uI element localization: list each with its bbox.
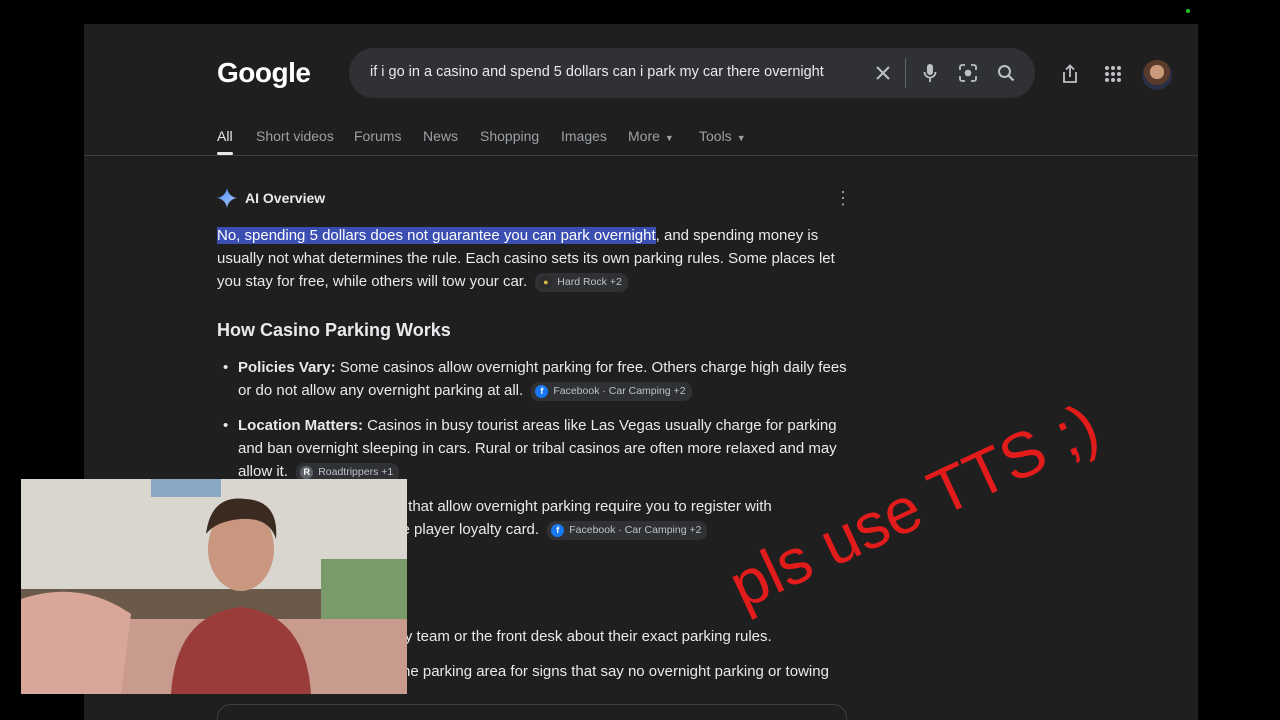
follow-up-box[interactable]	[217, 704, 847, 720]
bullet-text-partial-2: free player loyalty card.	[384, 521, 540, 538]
partial-line: he parking area for signs that say no ov…	[402, 663, 829, 680]
highlighted-answer: No, spending 5 dollars does not guarante…	[217, 227, 656, 244]
lens-icon[interactable]	[957, 62, 979, 84]
chevron-down-icon: ▼	[736, 133, 746, 143]
share-icon[interactable]	[1058, 62, 1082, 86]
chip-label: Hard Rock +2	[557, 276, 622, 288]
microphone-icon[interactable]	[919, 62, 941, 84]
search-icon[interactable]	[995, 62, 1017, 84]
facebook-icon: f	[535, 385, 549, 398]
tab-tools-label: Tools	[699, 128, 732, 144]
account-avatar[interactable]	[1142, 60, 1172, 90]
hardrock-favicon-icon: ●	[539, 276, 553, 289]
tab-news[interactable]: News	[423, 128, 458, 144]
apps-grid-icon[interactable]	[1101, 62, 1125, 86]
tab-tools[interactable]: Tools ▼	[699, 128, 746, 144]
search-input[interactable]: if i go in a casino and spend 5 dollars …	[370, 64, 824, 80]
source-chip-facebook[interactable]: f Facebook · Car Camping +2	[547, 521, 708, 540]
list-item: Policies Vary: Some casinos allow overni…	[223, 356, 856, 402]
tab-more[interactable]: More ▼	[628, 128, 674, 144]
chevron-down-icon: ▼	[664, 133, 674, 143]
tab-all[interactable]: All	[217, 128, 233, 144]
tab-images[interactable]: Images	[561, 128, 607, 144]
bullet-heading: Location Matters:	[238, 417, 364, 434]
source-chip-hardrock[interactable]: ● Hard Rock +2	[535, 273, 628, 292]
webcam-overlay	[21, 479, 407, 694]
tabs-divider	[84, 155, 1198, 156]
tab-more-label: More	[628, 128, 660, 144]
chip-label: Facebook · Car Camping +2	[569, 524, 702, 536]
ai-overview-summary: No, spending 5 dollars does not guarante…	[217, 224, 847, 293]
search-box[interactable]: if i go in a casino and spend 5 dollars …	[349, 48, 1035, 98]
roadtrippers-icon: R	[300, 466, 314, 479]
bullet-heading: Policies Vary:	[238, 359, 336, 376]
section-heading: How Casino Parking Works	[217, 320, 451, 340]
recording-indicator	[1186, 9, 1190, 13]
ai-overview-header: AI Overview	[217, 188, 325, 208]
tab-short-videos[interactable]: Short videos	[256, 128, 334, 144]
tab-forums[interactable]: Forums	[354, 128, 401, 144]
source-chip-facebook[interactable]: f Facebook · Car Camping +2	[531, 382, 692, 401]
chip-label: Facebook · Car Camping +2	[553, 385, 686, 397]
clear-icon[interactable]	[872, 62, 894, 84]
webcam-video-image	[21, 479, 407, 694]
facebook-icon: f	[551, 524, 565, 537]
gemini-sparkle-icon	[217, 188, 237, 208]
more-options-icon[interactable]: ⋮	[834, 189, 852, 207]
partial-line: urity team or the front desk about their…	[384, 628, 772, 645]
list-item: Location Matters: Casinos in busy touris…	[223, 414, 856, 483]
bullet-text-partial: ots that allow overnight parking require…	[384, 498, 772, 515]
search-divider	[905, 58, 906, 88]
ai-overview-title: AI Overview	[245, 190, 326, 206]
google-logo[interactable]: Google	[217, 57, 311, 89]
tab-shopping[interactable]: Shopping	[480, 128, 539, 144]
